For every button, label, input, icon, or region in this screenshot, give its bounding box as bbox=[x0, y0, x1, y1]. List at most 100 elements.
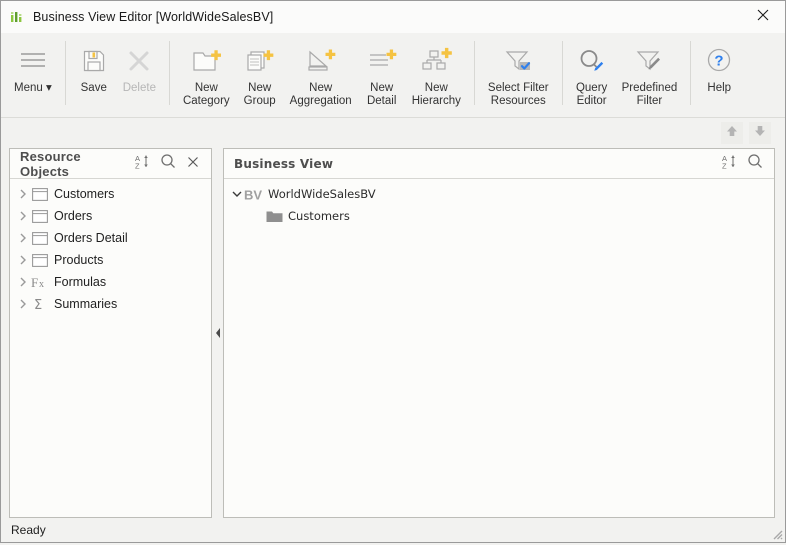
toolbar-separator bbox=[474, 41, 475, 105]
toolbar-new-hierarchy-button[interactable]: New Hierarchy bbox=[405, 37, 468, 113]
tree-item-label: Formulas bbox=[54, 274, 106, 290]
toolbar-save-label: Save bbox=[81, 82, 107, 95]
main-toolbar: Menu ▾ Save Delete bbox=[1, 33, 785, 118]
table-icon bbox=[30, 210, 50, 223]
tree-item-label: WorldWideSalesBV bbox=[268, 186, 376, 202]
business-view-search-button[interactable] bbox=[744, 153, 766, 175]
toolbar-new-group-label: New Group bbox=[244, 82, 276, 108]
svg-text:Z: Z bbox=[135, 161, 140, 170]
chevron-down-icon[interactable] bbox=[230, 190, 244, 198]
sigma-icon: Σ bbox=[30, 297, 50, 311]
tree-item-products[interactable]: Products bbox=[10, 249, 211, 271]
table-icon bbox=[30, 232, 50, 245]
tree-item-customers[interactable]: Customers bbox=[10, 183, 211, 205]
resource-objects-panel: Resource Objects A Z bbox=[9, 148, 212, 518]
tree-item-worldwidesalesbv[interactable]: BV WorldWideSalesBV bbox=[224, 183, 774, 205]
toolbar-help-label: Help bbox=[707, 82, 731, 95]
new-folder-icon bbox=[190, 44, 222, 78]
toolbar-new-detail-button[interactable]: New Detail bbox=[359, 37, 405, 113]
toolbar-separator bbox=[169, 41, 170, 105]
filter-edit-icon bbox=[633, 44, 665, 78]
svg-text:x: x bbox=[39, 279, 44, 289]
tree-item-label: Products bbox=[54, 252, 103, 268]
business-view-editor-window: Business View Editor [WorldWideSalesBV] … bbox=[0, 0, 786, 543]
toolbar-new-detail-label: New Detail bbox=[367, 82, 396, 108]
tree-item-label: Customers bbox=[288, 208, 350, 224]
table-icon bbox=[30, 254, 50, 267]
sort-az-icon: A Z bbox=[721, 153, 738, 175]
resource-objects-tree[interactable]: Customers Orders bbox=[10, 179, 211, 517]
chevron-right-icon[interactable] bbox=[16, 189, 30, 199]
toolbar-select-filter-resources-label: Select Filter Resources bbox=[488, 82, 549, 108]
svg-text:?: ? bbox=[715, 53, 724, 70]
toolbar-separator bbox=[562, 41, 563, 105]
tree-item-orders[interactable]: Orders bbox=[10, 205, 211, 227]
toolbar-query-editor-button[interactable]: Query Editor bbox=[569, 37, 615, 113]
business-view-sort-button[interactable]: A Z bbox=[718, 153, 740, 175]
resource-objects-header: Resource Objects A Z bbox=[10, 149, 211, 179]
toolbar-predefined-filter-label: Predefined Filter bbox=[622, 82, 678, 108]
close-icon bbox=[757, 8, 769, 26]
search-icon bbox=[160, 153, 176, 174]
status-bar: Ready bbox=[1, 518, 785, 542]
window-close-button[interactable] bbox=[741, 2, 785, 33]
tree-item-label: Customers bbox=[54, 186, 114, 202]
move-down-button[interactable] bbox=[749, 122, 771, 144]
toolbar-query-editor-label: Query Editor bbox=[576, 82, 607, 108]
chevron-right-icon[interactable] bbox=[16, 277, 30, 287]
new-detail-icon bbox=[366, 44, 398, 78]
new-group-icon bbox=[244, 44, 276, 78]
chevron-right-icon[interactable] bbox=[16, 211, 30, 221]
sort-az-icon: A Z bbox=[134, 153, 151, 175]
filter-check-icon bbox=[502, 44, 534, 78]
tree-item-orders-detail[interactable]: Orders Detail bbox=[10, 227, 211, 249]
bv-icon: BV bbox=[244, 187, 264, 202]
toolbar-select-filter-resources-button[interactable]: Select Filter Resources bbox=[481, 37, 556, 113]
arrow-up-icon bbox=[725, 124, 739, 143]
query-edit-icon bbox=[576, 44, 608, 78]
tree-item-customers-folder[interactable]: Customers bbox=[224, 205, 774, 227]
tree-item-summaries[interactable]: Σ Summaries bbox=[10, 293, 211, 315]
toolbar-separator bbox=[65, 41, 66, 105]
tree-item-label: Orders Detail bbox=[54, 230, 128, 246]
status-text: Ready bbox=[11, 523, 46, 537]
svg-text:BV: BV bbox=[244, 187, 262, 202]
svg-text:Σ: Σ bbox=[34, 298, 42, 311]
panel-splitter[interactable] bbox=[212, 148, 223, 518]
toolbar-save-button[interactable]: Save bbox=[72, 37, 116, 113]
toolbar-predefined-filter-button[interactable]: Predefined Filter bbox=[615, 37, 685, 113]
save-disk-icon bbox=[80, 44, 108, 78]
collapse-left-icon[interactable] bbox=[214, 326, 221, 340]
resource-objects-title: Resource Objects bbox=[20, 149, 128, 179]
business-view-panel: Business View A Z bbox=[223, 148, 775, 518]
close-icon bbox=[187, 155, 199, 173]
move-up-button[interactable] bbox=[721, 122, 743, 144]
tree-item-formulas[interactable]: F x Formulas bbox=[10, 271, 211, 293]
chevron-right-icon[interactable] bbox=[16, 299, 30, 309]
delete-x-icon bbox=[125, 44, 153, 78]
chevron-right-icon[interactable] bbox=[16, 255, 30, 265]
resource-objects-search-button[interactable] bbox=[157, 153, 178, 175]
window-title: Business View Editor [WorldWideSalesBV] bbox=[33, 10, 273, 24]
resize-grip-icon[interactable] bbox=[770, 527, 783, 540]
toolbar-new-hierarchy-label: New Hierarchy bbox=[412, 82, 461, 108]
toolbar-new-group-button[interactable]: New Group bbox=[237, 37, 283, 113]
main-content-area: Resource Objects A Z bbox=[1, 148, 785, 518]
toolbar-menu-button[interactable]: Menu ▾ bbox=[7, 37, 59, 113]
toolbar-new-aggregation-label: New Aggregation bbox=[290, 82, 352, 108]
business-view-title: Business View bbox=[234, 157, 333, 171]
business-view-tree[interactable]: BV WorldWideSalesBV Customers bbox=[224, 179, 774, 517]
toolbar-menu-label: Menu ▾ bbox=[14, 82, 52, 95]
tree-item-label: Orders bbox=[54, 208, 92, 224]
toolbar-help-button[interactable]: ? Help bbox=[697, 37, 741, 113]
new-aggregation-icon bbox=[305, 44, 337, 78]
toolbar-delete-label: Delete bbox=[123, 82, 156, 95]
resource-objects-close-button[interactable] bbox=[182, 153, 203, 175]
toolbar-new-category-button[interactable]: New Category bbox=[176, 37, 237, 113]
title-bar: Business View Editor [WorldWideSalesBV] bbox=[1, 1, 785, 33]
toolbar-new-aggregation-button[interactable]: New Aggregation bbox=[283, 37, 359, 113]
toolbar-delete-button: Delete bbox=[116, 37, 163, 113]
table-icon bbox=[30, 188, 50, 201]
resource-objects-sort-button[interactable]: A Z bbox=[132, 153, 153, 175]
chevron-right-icon[interactable] bbox=[16, 233, 30, 243]
